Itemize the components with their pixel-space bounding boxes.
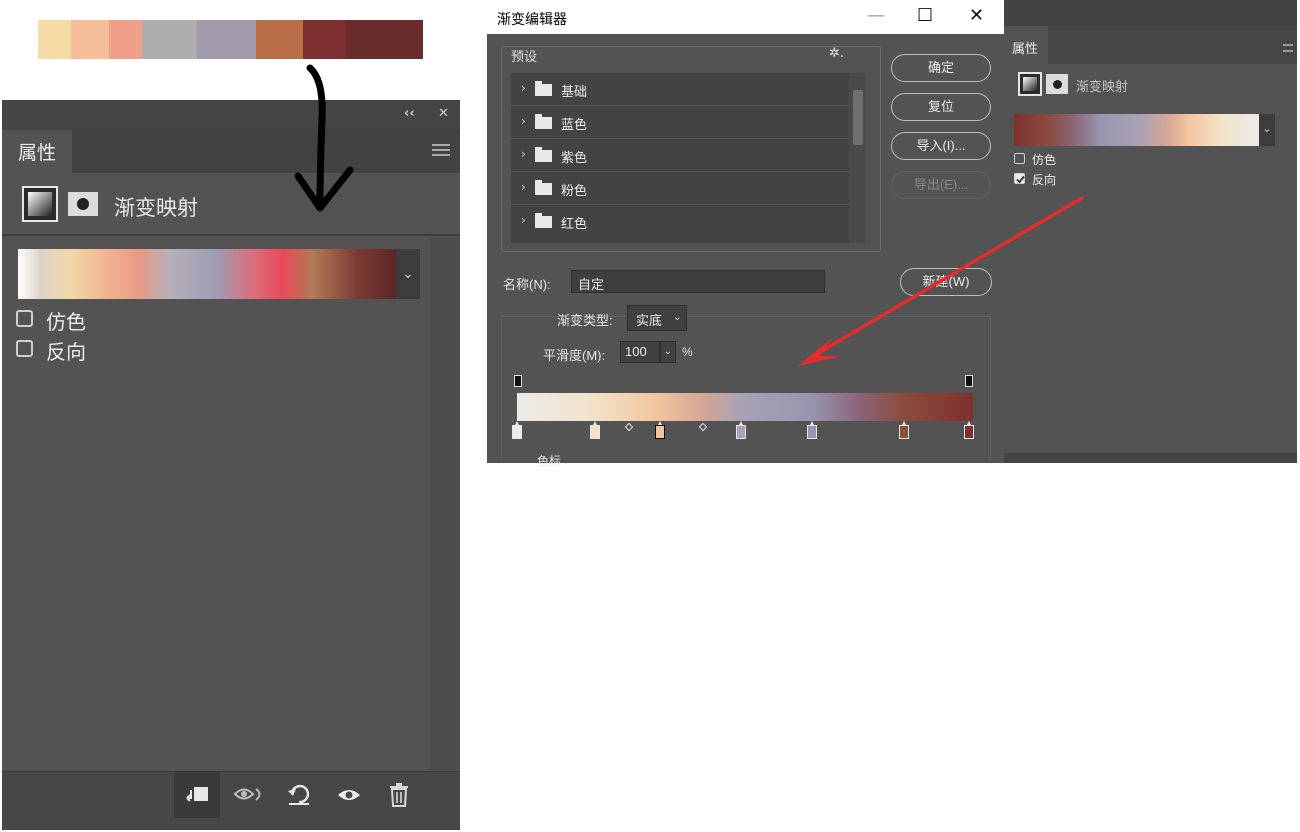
gradient-type-value: 实底	[636, 313, 663, 328]
smoothness-label: 平滑度(M):	[543, 348, 606, 363]
chevron-right-icon[interactable]: ›	[521, 81, 526, 95]
divider	[2, 234, 460, 236]
panel-topbar	[1004, 0, 1297, 26]
presets-label: 预设	[511, 49, 538, 64]
palette-swatch	[38, 20, 71, 59]
adjustment-title: 渐变映射	[114, 197, 198, 220]
dialog-titlebar: 渐变编辑器 — ☐ ✕	[487, 0, 1004, 34]
preset-folder[interactable]: › 基础	[511, 73, 849, 106]
color-stop[interactable]	[964, 421, 974, 439]
palette-swatch	[197, 20, 256, 59]
scrollbar[interactable]	[430, 237, 460, 770]
folder-icon	[535, 81, 552, 96]
panel-topbar: ‹‹ ✕	[2, 100, 460, 130]
preset-folder[interactable]: › 蓝色	[511, 106, 849, 139]
reverse-checkbox[interactable]	[16, 340, 33, 357]
reset-button[interactable]: 复位	[891, 93, 991, 121]
gradient-map-icon	[1018, 72, 1042, 96]
chevron-right-icon[interactable]: ›	[521, 213, 526, 227]
chevron-down-icon[interactable]: ⌄	[1259, 114, 1275, 146]
import-button[interactable]: 导入(I)...	[891, 132, 991, 160]
dialog-title: 渐变编辑器	[497, 11, 567, 27]
gradient-preview-bar[interactable]	[18, 249, 396, 299]
dither-checkbox[interactable]	[16, 310, 33, 327]
maximize-icon[interactable]: ☐	[917, 5, 933, 26]
panel-footer	[1004, 453, 1297, 463]
panel-tabbar: 属性	[2, 130, 460, 173]
name-label: 名称(N):	[503, 277, 551, 292]
color-palette-strip	[38, 20, 423, 59]
preset-folder[interactable]: › 紫色	[511, 139, 849, 172]
color-stop-selected[interactable]	[655, 421, 665, 439]
chevron-right-icon[interactable]: ›	[521, 114, 526, 128]
percent-unit: %	[682, 345, 693, 359]
palette-swatch	[71, 20, 109, 59]
view-previous-icon[interactable]	[226, 772, 272, 818]
smoothness-input[interactable]: 100	[620, 341, 660, 363]
gradient-preview-bar[interactable]	[1014, 114, 1259, 146]
color-stop[interactable]	[736, 421, 746, 439]
visibility-eye-icon[interactable]	[326, 772, 372, 818]
close-icon[interactable]: ✕	[438, 106, 449, 121]
gradient-type-label: 渐变类型:	[557, 313, 613, 328]
palette-swatch	[142, 20, 197, 59]
palette-swatch	[256, 20, 303, 59]
ok-button[interactable]: 确定	[891, 54, 991, 82]
palette-swatch	[346, 20, 423, 59]
color-stop[interactable]	[807, 421, 817, 439]
preset-folder-label: 紫色	[561, 150, 588, 165]
tab-label: 属性	[1012, 41, 1039, 56]
folder-icon	[535, 180, 552, 195]
gradient-map-icon	[22, 186, 58, 222]
preset-folder-label: 基础	[561, 84, 588, 99]
color-stop[interactable]	[512, 421, 522, 439]
dither-checkbox[interactable]	[1014, 153, 1025, 164]
opacity-stop-left[interactable]	[514, 375, 522, 387]
dither-label: 仿色	[46, 312, 86, 334]
scroll-thumb[interactable]	[853, 90, 863, 145]
folder-icon	[535, 114, 552, 129]
gradient-type-select[interactable]: 实底 ⌄	[627, 305, 687, 331]
properties-panel-left: ‹‹ ✕ 属性 渐变映射 ⌄ 仿色 反向	[2, 100, 460, 830]
color-stop[interactable]	[590, 421, 600, 439]
red-arrow-icon	[798, 196, 1084, 366]
panel-menu-icon[interactable]	[432, 144, 450, 156]
gear-icon[interactable]: ✲.	[829, 46, 844, 61]
panel-tabbar: 属性	[1004, 26, 1297, 64]
mask-icon[interactable]	[1046, 74, 1068, 94]
chevron-right-icon[interactable]: ›	[521, 180, 526, 194]
adjustment-title: 渐变映射	[1076, 79, 1129, 94]
chevron-down-icon: ⌄	[672, 311, 682, 323]
color-stop-label: 色标	[537, 454, 562, 468]
palette-swatch	[109, 20, 142, 59]
preset-folder-label: 粉色	[561, 183, 588, 198]
color-stop[interactable]	[899, 421, 909, 439]
tab-properties[interactable]: 属性	[2, 130, 72, 173]
clip-to-layer-icon[interactable]	[174, 772, 220, 818]
palette-swatch	[303, 20, 346, 59]
panel-footer	[2, 771, 460, 830]
reset-icon[interactable]	[276, 772, 322, 818]
folder-icon	[535, 213, 552, 228]
preset-folder-label: 蓝色	[561, 117, 588, 132]
mask-icon[interactable]	[68, 192, 98, 216]
minimize-icon[interactable]: —	[867, 5, 885, 26]
close-icon[interactable]: ✕	[969, 5, 984, 26]
tab-properties[interactable]: 属性	[1004, 26, 1048, 64]
trash-icon[interactable]	[376, 772, 422, 818]
chevron-down-icon[interactable]: ⌄	[396, 249, 420, 299]
reverse-label: 反向	[46, 342, 86, 364]
chevron-right-icon[interactable]: ›	[521, 147, 526, 161]
chevron-down-icon[interactable]: ⌄	[660, 341, 676, 363]
gradient-editor-bar[interactable]	[517, 393, 973, 421]
dither-label: 仿色	[1032, 153, 1057, 167]
collapse-icon[interactable]: ‹‹	[404, 106, 415, 121]
panel-menu-icon[interactable]	[1283, 44, 1293, 52]
tab-label: 属性	[18, 143, 57, 164]
preset-folder-label: 红色	[561, 216, 588, 231]
folder-icon	[535, 147, 552, 162]
black-arrow-icon	[294, 64, 354, 212]
